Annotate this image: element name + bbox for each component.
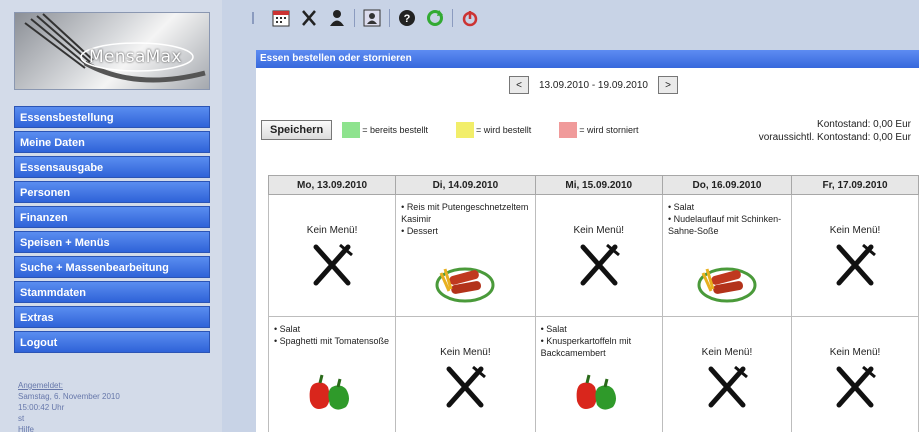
account-balance: Kontostand: 0,00 Eur voraussichtl. Konto…	[759, 118, 911, 144]
menu-item-stammdaten[interactable]: Stammdaten	[14, 281, 210, 303]
cutlery-icon	[580, 243, 620, 286]
menu-row-1: Kein Menü! Reis mit Putengeschnetzeltem …	[267, 194, 919, 317]
no-menu-label: Kein Menü!	[573, 225, 625, 236]
no-menu-label: Kein Menü!	[829, 225, 881, 236]
menu-cell-do-1[interactable]: Salat Nudelauflauf mit Schinken-Sahne-So…	[661, 194, 793, 317]
sidebar: MensaMax Essensbestellung Meine Daten Es…	[0, 0, 222, 432]
konto-current: Kontostand: 0,00 Eur	[817, 119, 911, 130]
no-menu-label: Kein Menü!	[829, 347, 881, 358]
login-time: 15:00:42 Uhr	[18, 403, 65, 412]
next-week-button[interactable]: >	[657, 76, 678, 94]
menu-item-meine-daten[interactable]: Meine Daten	[14, 131, 210, 153]
legend-row: Speichern = bereits bestellt = wird best…	[261, 120, 667, 140]
menu-cell-mi-1: Kein Menü!	[534, 194, 663, 317]
toolbar-separator	[452, 9, 453, 27]
login-date: Samstag, 6. November 2010	[18, 392, 120, 401]
menu-item-text: Dessert	[401, 225, 530, 237]
menu-item-text: Salat	[541, 323, 658, 335]
login-label[interactable]: Angemeldet:	[18, 380, 208, 391]
menu-items: Salat Knusperkartoffeln mit Backcamember…	[536, 317, 662, 359]
calendar-icon[interactable]	[270, 7, 292, 29]
login-extra[interactable]: Hilfe	[18, 424, 208, 432]
week-range: 13.09.2010 - 19.09.2010	[539, 79, 648, 91]
sausage-plate-icon	[697, 267, 757, 303]
day-header-row: Mo, 13.09.2010 Di, 14.09.2010 Mi, 15.09.…	[267, 175, 919, 195]
menu-cell-di-2: Kein Menü!	[395, 316, 536, 432]
menu-item-extras[interactable]: Extras	[14, 306, 210, 328]
konto-expected: voraussichtl. Kontostand: 0,00 Eur	[758, 132, 911, 143]
menu-item-finanzen[interactable]: Finanzen	[14, 206, 210, 228]
legend-label-ordered: = bereits bestellt	[362, 125, 428, 135]
menu-item-text: Salat	[668, 201, 787, 213]
no-menu-label: Kein Menü!	[306, 225, 358, 236]
menu-cell-fr-2: Kein Menü!	[791, 316, 919, 432]
menu-items: Salat Nudelauflauf mit Schinken-Sahne-So…	[663, 195, 791, 237]
mensamax-logo: MensaMax	[14, 12, 210, 90]
cutlery-icon	[836, 243, 876, 286]
menu-cell-do-2: Kein Menü!	[661, 316, 793, 432]
legend-label-to-cancel: = wird storniert	[579, 125, 639, 135]
contact-card-icon[interactable]	[361, 7, 383, 29]
login-info: Angemeldet: Samstag, 6. November 2010 15…	[18, 380, 208, 432]
menu-item-personen[interactable]: Personen	[14, 181, 210, 203]
refresh-icon[interactable]	[424, 7, 446, 29]
cutlery-icon[interactable]	[298, 7, 320, 29]
menu-cell-di-1[interactable]: Reis mit Putengeschnetzeltem Kasimir Des…	[395, 194, 536, 317]
week-navigation: < 13.09.2010 - 19.09.2010 >	[509, 76, 678, 94]
user-icon[interactable]	[326, 7, 348, 29]
toolbar-separator	[354, 9, 355, 27]
menu-items: Salat Spaghetti mit Tomatensoße	[269, 317, 395, 347]
cutlery-icon	[446, 365, 487, 408]
day-header-fr: Fr, 17.09.2010	[791, 175, 919, 195]
help-icon[interactable]: ?	[396, 7, 418, 29]
main-menu: Essensbestellung Meine Daten Essensausga…	[14, 106, 210, 356]
no-menu-label: Kein Menü!	[440, 347, 491, 358]
day-header-di: Di, 14.09.2010	[395, 175, 536, 195]
main-panel: Essen bestellen oder stornieren < 13.09.…	[256, 50, 919, 432]
legend-swatch-to-cancel	[559, 122, 578, 138]
legend-swatch-ordered	[342, 122, 361, 138]
cutlery-icon	[836, 365, 876, 408]
day-header-do: Do, 16.09.2010	[661, 175, 793, 195]
menu-item-suche-massenbearbeitung[interactable]: Suche + Massenbearbeitung	[14, 256, 210, 278]
cutlery-icon	[708, 365, 748, 408]
menu-item-text: Salat	[274, 323, 391, 335]
logo-text: MensaMax	[89, 47, 182, 67]
day-header-mo: Mo, 13.09.2010	[267, 175, 397, 195]
login-user: st	[18, 414, 25, 423]
legend-label-to-order: = wird bestellt	[475, 125, 532, 135]
no-menu-label: Kein Menü!	[701, 347, 753, 358]
toolbar-separator	[389, 9, 390, 27]
page-title: Essen bestellen oder stornieren	[256, 50, 919, 68]
menu-item-text: Knusperkartoffeln mit Backcamembert	[541, 335, 658, 359]
menu-item-text: Spaghetti mit Tomatensoße	[274, 335, 391, 347]
svg-text:?: ?	[404, 13, 411, 25]
menu-item-speisen-menues[interactable]: Speisen + Menüs	[14, 231, 210, 253]
cutlery-icon	[313, 243, 354, 286]
day-header-mi: Mi, 15.09.2010	[534, 175, 663, 195]
peppers-icon	[576, 374, 616, 410]
toolbar-handle-icon	[242, 7, 264, 29]
peppers-icon	[309, 374, 350, 410]
menu-item-essensbestellung[interactable]: Essensbestellung	[14, 106, 210, 128]
menu-item-logout[interactable]: Logout	[14, 331, 210, 353]
menu-items: Reis mit Putengeschnetzeltem Kasimir Des…	[396, 195, 534, 237]
save-button[interactable]: Speichern	[261, 120, 333, 140]
toolbar: ?	[242, 6, 487, 30]
menu-cell-mi-2[interactable]: Salat Knusperkartoffeln mit Backcamember…	[534, 316, 663, 432]
menu-cell-fr-1: Kein Menü!	[791, 194, 919, 317]
menu-cell-mo-2[interactable]: Salat Spaghetti mit Tomatensoße	[267, 316, 397, 432]
legend-swatch-to-order	[455, 122, 474, 138]
prev-week-button[interactable]: <	[509, 76, 529, 94]
menu-row-2: Salat Spaghetti mit Tomatensoße Kein Men…	[267, 316, 919, 432]
power-icon[interactable]	[459, 7, 481, 29]
menu-item-text: Nudelauflauf mit Schinken-Sahne-Soße	[668, 213, 787, 237]
menu-item-essensausgabe[interactable]: Essensausgabe	[14, 156, 210, 178]
menu-item-text: Reis mit Putengeschnetzeltem Kasimir	[401, 201, 530, 225]
menu-cell-mo-1: Kein Menü!	[267, 194, 397, 317]
menu-grid: Mo, 13.09.2010 Di, 14.09.2010 Mi, 15.09.…	[267, 175, 919, 432]
sausage-plate-icon	[435, 267, 495, 303]
